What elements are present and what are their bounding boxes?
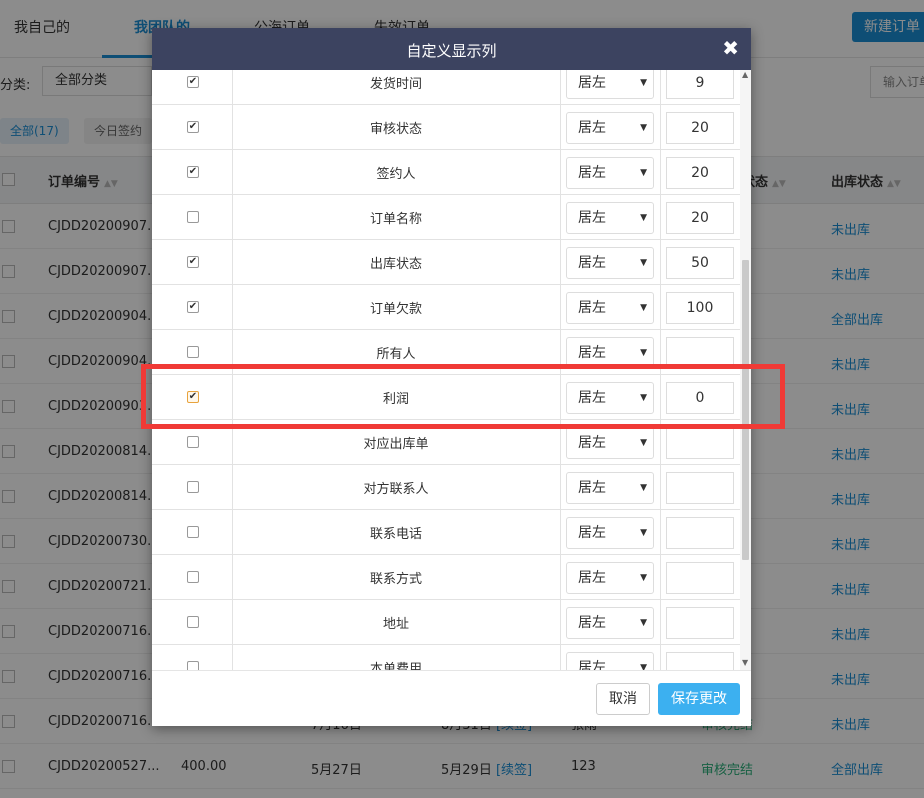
column-width-input[interactable] (666, 517, 734, 549)
chevron-down-icon: ▼ (640, 663, 647, 670)
column-name: 所有人 (376, 347, 416, 362)
chevron-down-icon: ▼ (640, 438, 647, 448)
close-icon[interactable]: ✖ (722, 36, 739, 60)
column-visible-checkbox[interactable]: ✔ (187, 121, 199, 133)
column-name: 联系方式 (369, 572, 422, 587)
column-name: 审核状态 (369, 122, 422, 137)
column-config-row: ✔ 审核状态 居左 ▼ 20 (152, 105, 740, 150)
column-config-row: 本单费用 居左 ▼ (152, 645, 740, 670)
column-name: 签约人 (376, 167, 416, 182)
column-align-select[interactable]: 居左 ▼ (566, 517, 654, 549)
column-align-select[interactable]: 居左 ▼ (566, 562, 654, 594)
column-config-row: ✔ 发货时间 居左 ▼ 9 (152, 70, 740, 105)
column-width-input[interactable]: 50 (666, 247, 734, 279)
column-visible-checkbox[interactable]: ✔ (187, 301, 199, 313)
column-width-input[interactable] (666, 652, 734, 670)
column-visible-checkbox[interactable] (187, 526, 199, 538)
column-visible-checkbox[interactable]: ✔ (187, 166, 199, 178)
scroll-down-icon[interactable]: ▼ (742, 658, 748, 667)
column-visible-checkbox[interactable] (187, 346, 199, 358)
chevron-down-icon: ▼ (640, 483, 647, 493)
column-name: 联系电话 (369, 527, 422, 542)
column-width-input[interactable] (666, 562, 734, 594)
column-align-select[interactable]: 居左 ▼ (566, 292, 654, 324)
column-config-row: 对方联系人 居左 ▼ (152, 465, 740, 510)
chevron-down-icon: ▼ (640, 168, 647, 178)
cancel-button[interactable]: 取消 (596, 683, 650, 715)
column-align-select[interactable]: 居左 ▼ (566, 202, 654, 234)
column-config-row: 订单名称 居左 ▼ 20 (152, 195, 740, 240)
column-visible-checkbox[interactable] (187, 571, 199, 583)
column-width-input[interactable]: 100 (666, 292, 734, 324)
column-config-row: ✔ 签约人 居左 ▼ 20 (152, 150, 740, 195)
column-visible-checkbox[interactable] (187, 481, 199, 493)
column-align-select[interactable]: 居左 ▼ (566, 652, 654, 670)
scroll-up-icon[interactable]: ▲ (742, 70, 748, 79)
dialog-header: 自定义显示列 ✖ (152, 28, 751, 70)
column-width-input[interactable] (666, 472, 734, 504)
chevron-down-icon: ▼ (640, 573, 647, 583)
column-align-select[interactable]: 居左 ▼ (566, 157, 654, 189)
chevron-down-icon: ▼ (640, 618, 647, 628)
column-name: 本单费用 (369, 662, 422, 670)
column-name: 对方联系人 (363, 482, 429, 497)
column-config-row: ✔ 订单欠款 居左 ▼ 100 (152, 285, 740, 330)
column-config-row: 地址 居左 ▼ (152, 600, 740, 645)
chevron-down-icon: ▼ (640, 123, 647, 133)
column-visible-checkbox[interactable] (187, 661, 199, 670)
column-visible-checkbox[interactable]: ✔ (187, 256, 199, 268)
column-name: 订单名称 (369, 212, 422, 227)
column-width-input[interactable]: 20 (666, 112, 734, 144)
column-visible-checkbox[interactable] (187, 211, 199, 223)
column-name: 对应出库单 (363, 437, 429, 452)
column-width-input[interactable] (666, 607, 734, 639)
column-name: 出库状态 (369, 257, 422, 272)
chevron-down-icon: ▼ (640, 303, 647, 313)
column-visible-checkbox[interactable] (187, 436, 199, 448)
check-icon: ✔ (188, 121, 198, 132)
column-visible-checkbox[interactable] (187, 616, 199, 628)
column-name: 订单欠款 (369, 302, 422, 317)
column-align-select[interactable]: 居左 ▼ (566, 247, 654, 279)
check-icon: ✔ (188, 301, 198, 312)
column-name: 地址 (382, 617, 409, 632)
column-config-row: ✔ 出库状态 居左 ▼ 50 (152, 240, 740, 285)
column-align-select[interactable]: 居左 ▼ (566, 427, 654, 459)
column-width-input[interactable]: 20 (666, 202, 734, 234)
column-width-input[interactable]: 20 (666, 157, 734, 189)
check-icon: ✔ (188, 256, 198, 267)
highlight-box (141, 364, 785, 429)
column-align-select[interactable]: 居左 ▼ (566, 472, 654, 504)
chevron-down-icon: ▼ (640, 528, 647, 538)
column-config-row: 联系电话 居左 ▼ (152, 510, 740, 555)
check-icon: ✔ (188, 76, 198, 87)
dialog-footer: 取消 保存更改 (152, 670, 751, 726)
column-name: 发货时间 (369, 77, 422, 92)
column-config-row: 联系方式 居左 ▼ (152, 555, 740, 600)
chevron-down-icon: ▼ (640, 78, 647, 88)
column-width-input[interactable] (666, 427, 734, 459)
check-icon: ✔ (188, 166, 198, 177)
save-changes-button[interactable]: 保存更改 (658, 683, 740, 715)
dialog-title: 自定义显示列 (406, 42, 497, 60)
column-align-select[interactable]: 居左 ▼ (566, 112, 654, 144)
chevron-down-icon: ▼ (640, 258, 647, 268)
column-align-select[interactable]: 居左 ▼ (566, 70, 654, 99)
column-width-input[interactable]: 9 (666, 70, 734, 99)
column-visible-checkbox[interactable]: ✔ (187, 76, 199, 88)
chevron-down-icon: ▼ (640, 213, 647, 223)
column-align-select[interactable]: 居左 ▼ (566, 607, 654, 639)
